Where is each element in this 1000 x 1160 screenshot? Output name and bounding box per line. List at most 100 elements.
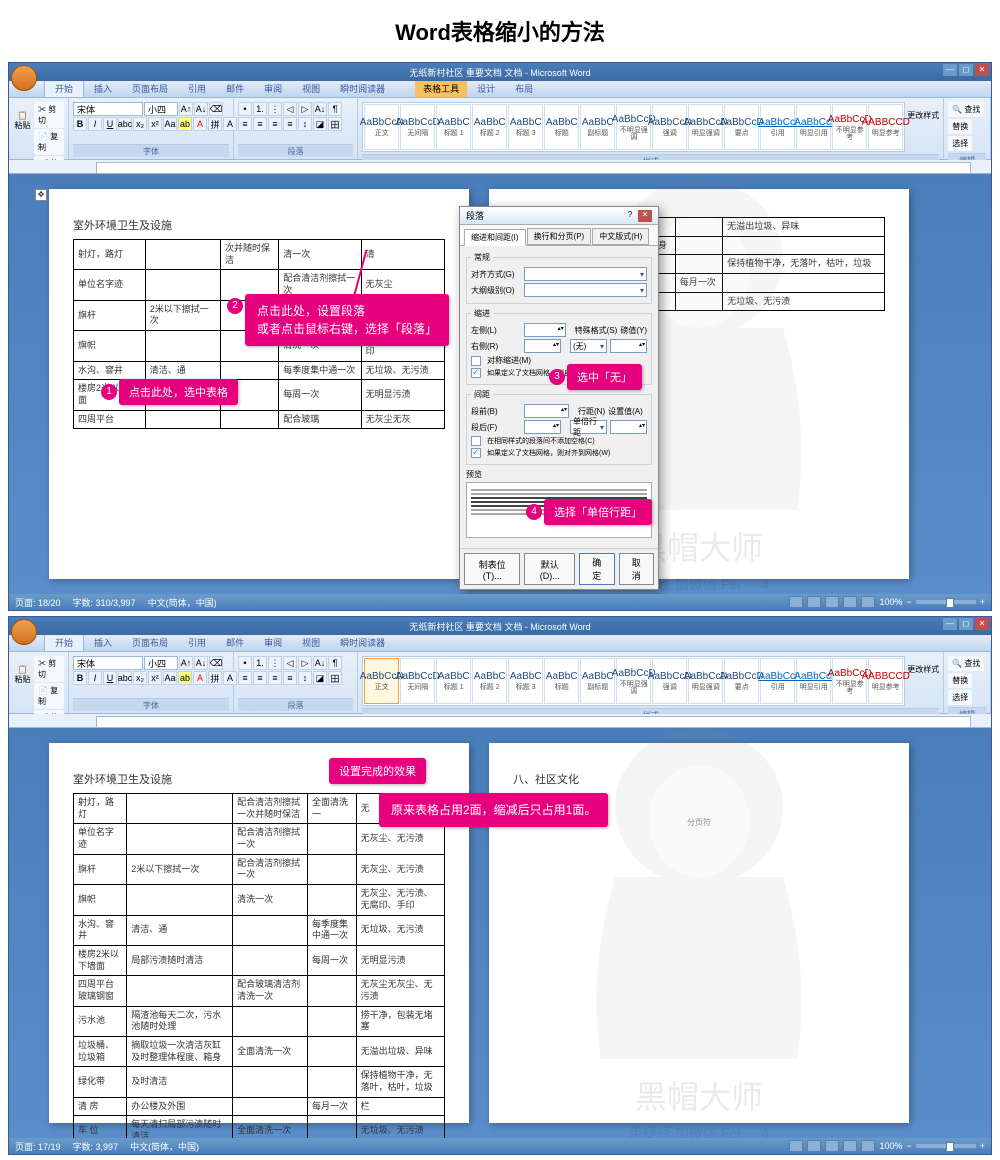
indent-right-icon[interactable]: ▷ xyxy=(298,102,312,116)
space-after-input[interactable] xyxy=(524,420,561,434)
page-indicator[interactable]: 页面: 18/20 xyxy=(15,596,61,609)
bold-icon[interactable]: B xyxy=(73,117,87,131)
table-row[interactable]: 射灯，路灯次并随时保洁清一次清 xyxy=(74,240,445,270)
table-row[interactable]: 四周平台配合玻璃无灰尘无灰 xyxy=(74,410,445,429)
style-item[interactable]: AaBbC标题 xyxy=(544,104,579,150)
style-item[interactable]: AaBbCcl引用 xyxy=(760,104,795,150)
style-item[interactable]: AABBCCD明显参考 xyxy=(868,658,903,704)
italic-icon[interactable]: I xyxy=(88,117,102,131)
ok-button[interactable]: 确定 xyxy=(579,553,615,585)
replace-button[interactable]: 替换 xyxy=(948,119,972,134)
tab-insert[interactable]: 插入 xyxy=(84,634,122,651)
justify-icon[interactable]: ≡ xyxy=(283,117,297,131)
style-item[interactable]: AaBbC标题 3 xyxy=(508,658,543,704)
grow-font-icon[interactable]: A↑ xyxy=(179,102,193,116)
tab-table-layout[interactable]: 布局 xyxy=(505,80,543,97)
dialog-help-icon[interactable]: ? xyxy=(623,210,637,222)
style-item[interactable]: AaBbCcD强调 xyxy=(652,104,687,150)
cancel-button[interactable]: 取消 xyxy=(619,553,655,585)
minimize-button[interactable]: — xyxy=(943,618,957,630)
style-item[interactable]: AaBbCcl明显引用 xyxy=(796,104,831,150)
close-button[interactable]: ✕ xyxy=(975,618,989,630)
style-item[interactable]: AaBbCcD要点 xyxy=(724,658,759,704)
find-button[interactable]: 🔍 查找 xyxy=(948,102,984,117)
tab-review[interactable]: 审阅 xyxy=(254,80,292,97)
snap-grid-checkbox[interactable] xyxy=(471,448,481,458)
tab-design[interactable]: 设计 xyxy=(467,80,505,97)
numbering-icon[interactable]: 1. xyxy=(253,102,267,116)
word-count[interactable]: 字数: 310/3,997 xyxy=(73,596,136,609)
style-item[interactable]: AaBbCcD不明显强调 xyxy=(616,658,651,704)
line-spacing-icon[interactable]: ↕ xyxy=(298,117,312,131)
alignment-select[interactable] xyxy=(524,267,647,281)
strike-icon[interactable]: abc xyxy=(118,117,132,131)
dialog-tab-chinese[interactable]: 中文版式(H) xyxy=(592,228,649,245)
style-item[interactable]: AaBbCcD无间隔 xyxy=(400,104,435,150)
style-item[interactable]: AaBbC副标题 xyxy=(580,104,615,150)
align-center-icon[interactable]: ≡ xyxy=(253,117,267,131)
show-marks-icon[interactable]: ¶ xyxy=(328,102,342,116)
tab-mail[interactable]: 邮件 xyxy=(216,634,254,651)
style-item[interactable]: AaBbC标题 xyxy=(544,658,579,704)
table-row[interactable]: 单位名字迹配合清洁剂擦拭一次无灰尘、无污渍 xyxy=(74,824,445,854)
tab-layout[interactable]: 页面布局 xyxy=(122,80,178,97)
spacing-at-input[interactable] xyxy=(610,420,647,434)
tab-references[interactable]: 引用 xyxy=(178,634,216,651)
dialog-tab-linebreak[interactable]: 换行和分页(P) xyxy=(527,228,592,245)
ruler[interactable] xyxy=(9,160,991,174)
style-item[interactable]: AaBbCcD要点 xyxy=(724,104,759,150)
style-item[interactable]: AaBbCcl引用 xyxy=(760,658,795,704)
office-button[interactable] xyxy=(11,619,37,645)
style-item[interactable]: AaBbCcD明显强调 xyxy=(688,104,723,150)
view-print-icon[interactable] xyxy=(789,596,803,608)
table-select-handle[interactable]: ✥ xyxy=(35,189,47,201)
indent-right-input[interactable] xyxy=(524,339,561,353)
table-row[interactable]: 楼房2米以下墙面局部污渍随时清洁每周一次无明显污渍 xyxy=(74,945,445,975)
style-item[interactable]: AaBbCcl明显引用 xyxy=(796,658,831,704)
dialog-titlebar[interactable]: 段落 ?✕ xyxy=(460,207,658,225)
copy-button[interactable]: 📄 复制 xyxy=(34,683,64,709)
indent-left-icon[interactable]: ◁ xyxy=(283,102,297,116)
tab-view[interactable]: 视图 xyxy=(292,634,330,651)
highlight-icon[interactable]: ab xyxy=(178,117,192,131)
default-button[interactable]: 默认(D)... xyxy=(524,553,575,585)
align-left-icon[interactable]: ≡ xyxy=(238,117,252,131)
paste-button[interactable]: 📋粘贴 xyxy=(13,656,32,694)
style-item[interactable]: AaBbC标题 2 xyxy=(472,658,507,704)
tab-reader[interactable]: 瞬时阅读器 xyxy=(330,80,395,97)
font-name-select[interactable]: 宋体 xyxy=(73,656,143,670)
paste-button[interactable]: 📋粘贴 xyxy=(13,102,32,140)
table-row[interactable]: 旗杆2米以下擦拭一次配合清洁剂擦拭一次无灰尘、无污渍 xyxy=(74,854,445,884)
dialog-close-icon[interactable]: ✕ xyxy=(638,210,652,222)
view-fullscreen-icon[interactable] xyxy=(807,596,821,608)
office-button[interactable] xyxy=(11,65,37,91)
view-outline-icon[interactable] xyxy=(843,596,857,608)
multilevel-icon[interactable]: ⋮ xyxy=(268,102,282,116)
maximize-button[interactable]: ◻ xyxy=(959,64,973,76)
tab-insert[interactable]: 插入 xyxy=(84,80,122,97)
tab-reader[interactable]: 瞬时阅读器 xyxy=(330,634,395,651)
style-item[interactable]: AaBbC标题 1 xyxy=(436,658,471,704)
underline-icon[interactable]: U xyxy=(103,117,117,131)
line-spacing-select[interactable]: 单倍行距 xyxy=(570,420,607,434)
style-item[interactable]: AaBbC标题 1 xyxy=(436,104,471,150)
indent-left-input[interactable] xyxy=(524,323,566,337)
cut-button[interactable]: ✂ 剪切 xyxy=(34,102,64,128)
view-web-icon[interactable] xyxy=(825,596,839,608)
style-item[interactable]: AaBbCcD无间隔 xyxy=(400,658,435,704)
style-item[interactable]: AaBbCcD不明显强调 xyxy=(616,104,651,150)
style-item[interactable]: AaBbCcD正文 xyxy=(364,658,399,704)
tab-view[interactable]: 视图 xyxy=(292,80,330,97)
tab-home[interactable]: 开始 xyxy=(44,79,84,97)
maximize-button[interactable]: ◻ xyxy=(959,618,973,630)
style-item[interactable]: AaBbC副标题 xyxy=(580,658,615,704)
close-button[interactable]: ✕ xyxy=(975,64,989,76)
font-color-icon[interactable]: A xyxy=(193,117,207,131)
shrink-font-icon[interactable]: A↓ xyxy=(194,102,208,116)
style-item[interactable]: AaBbCcD明显强调 xyxy=(688,658,723,704)
special-by-input[interactable] xyxy=(610,339,647,353)
word-count[interactable]: 字数: 3,997 xyxy=(73,1140,119,1153)
table-row[interactable]: 四周平台玻璃钢窗配合玻璃清洁剂清洗一次无灰尘无灰尘、无污渍 xyxy=(74,976,445,1006)
language-indicator[interactable]: 中文(简体，中国) xyxy=(148,596,217,609)
space-before-input[interactable] xyxy=(524,404,569,418)
